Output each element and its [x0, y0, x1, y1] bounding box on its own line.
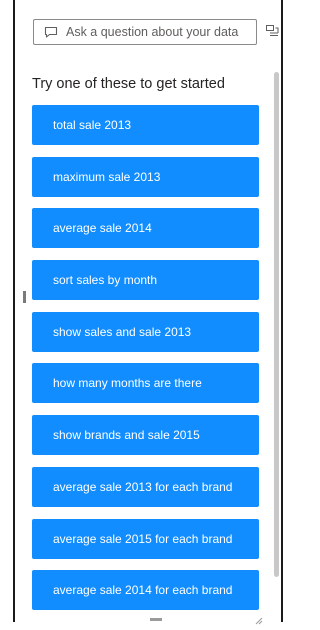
suggestion-button[interactable]: average sale 2015 for each brand [32, 518, 259, 559]
suggestion-button[interactable]: average sale 2013 for each brand [32, 466, 259, 507]
suggestion-button[interactable]: how many months are there [32, 363, 259, 404]
question-input-placeholder: Ask a question about your data [66, 25, 239, 39]
scrollbar-thumb[interactable] [274, 72, 279, 577]
suggestion-list: total sale 2013 maximum sale 2013 averag… [32, 105, 259, 622]
suggestion-button[interactable]: maximum sale 2013 [32, 156, 259, 197]
frame-right-border [281, 0, 283, 622]
suggestions-heading: Try one of these to get started [32, 76, 225, 92]
question-input[interactable]: Ask a question about your data [33, 19, 257, 45]
qa-visual-frame: Ask a question about your data Try one o… [0, 0, 285, 625]
resize-handle[interactable] [23, 291, 26, 303]
suggestion-button[interactable]: show sales and sale 2013 [32, 311, 259, 352]
suggestion-button[interactable]: average sale 2014 for each brand [32, 570, 259, 611]
suggestion-button[interactable]: total sale 2013 [32, 105, 259, 145]
expand-panel-icon[interactable] [266, 25, 279, 38]
suggestion-button[interactable]: show brands and sale 2015 [32, 415, 259, 456]
suggestion-button[interactable]: average sale 2014 [32, 208, 259, 249]
bottom-resize-handle[interactable] [150, 618, 162, 621]
chat-bubble-icon [44, 26, 58, 38]
qa-panel: Ask a question about your data Try one o… [15, 0, 281, 622]
corner-resize-icon[interactable] [255, 612, 263, 625]
suggestion-button[interactable]: sort sales by month [32, 260, 259, 301]
